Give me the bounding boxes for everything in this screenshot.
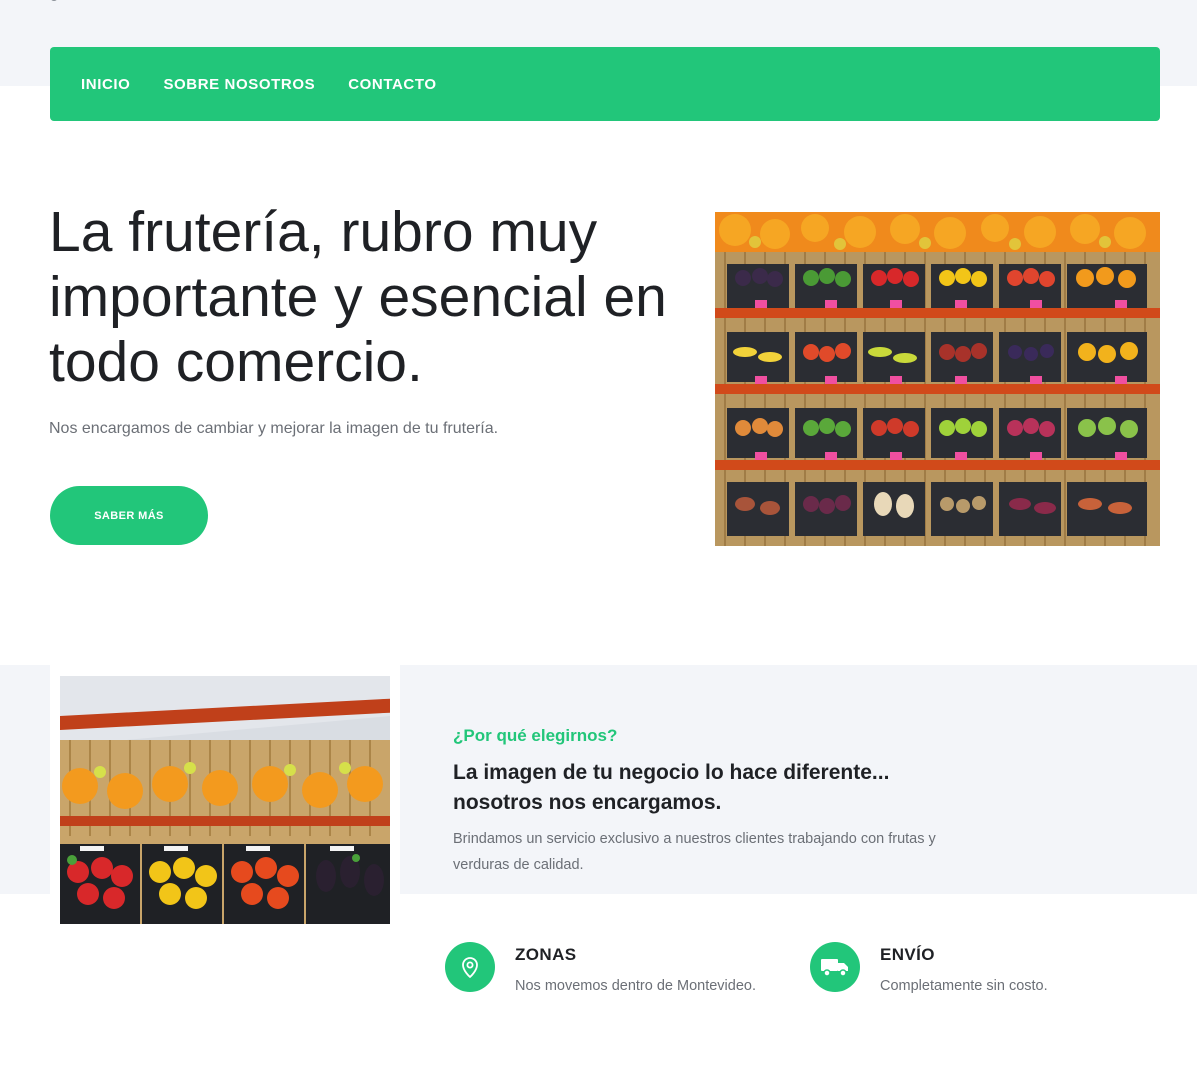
feature-text: Completamente sin costo. xyxy=(880,978,1048,994)
contact-icon xyxy=(50,0,58,1)
feature-text: Nos movemos dentro de Montevideo. xyxy=(515,978,756,994)
why-title: La imagen de tu negocio lo hace diferent… xyxy=(453,761,890,814)
why-image-produce xyxy=(60,676,390,924)
feature-zonas: ZONAS Nos movemos dentro de Montevideo. xyxy=(445,942,756,994)
why-text: Brindamos un servicio exclusivo a nuestr… xyxy=(453,831,936,873)
feature-envio: ENVÍO Completamente sin costo. xyxy=(810,942,1048,994)
top-info xyxy=(50,0,58,4)
hero-image-fruit-shelves xyxy=(715,212,1160,546)
main-navbar: INICIO SOBRE NOSOTROS CONTACTO xyxy=(50,47,1160,121)
saber-mas-button[interactable]: SABER MÁS xyxy=(50,486,208,545)
hero-subtitle: Nos encargamos de cambiar y mejorar la i… xyxy=(49,420,499,437)
nav-sobre-nosotros[interactable]: SOBRE NOSOTROS xyxy=(163,76,315,93)
feature-title: ZONAS xyxy=(515,945,577,964)
truck-icon xyxy=(810,942,860,992)
why-kicker: ¿Por qué elegirnos? xyxy=(453,726,618,745)
map-pin-icon xyxy=(445,942,495,992)
nav-contacto[interactable]: CONTACTO xyxy=(348,76,436,93)
hero-title: La frutería, rubro muy importante y esen… xyxy=(49,200,667,394)
feature-title: ENVÍO xyxy=(880,945,935,964)
nav-inicio[interactable]: INICIO xyxy=(81,76,130,93)
